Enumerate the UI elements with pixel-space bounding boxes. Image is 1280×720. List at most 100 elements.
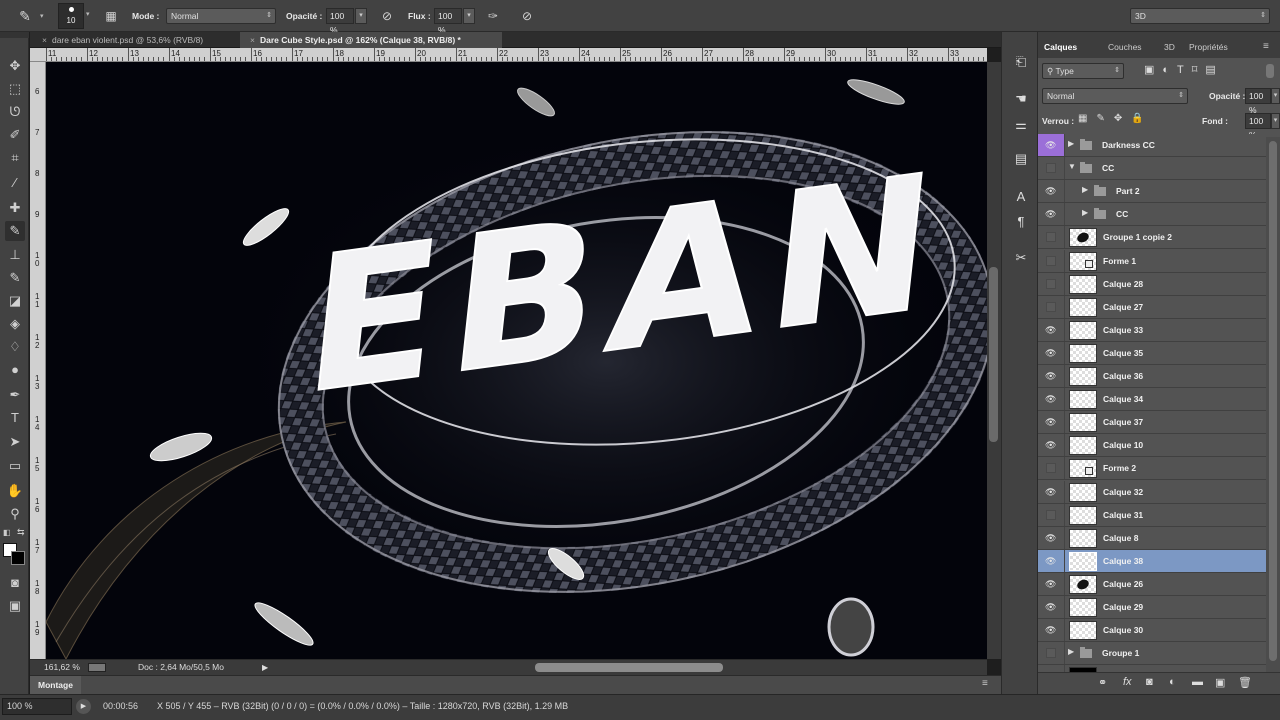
pressure-opacity-icon[interactable]: ⊘ xyxy=(378,8,396,24)
tab-properties[interactable]: Propriétés xyxy=(1189,42,1228,52)
dodge-tool-icon[interactable]: ● xyxy=(5,360,25,380)
layer-group-row[interactable]: 👁 ▶ CC xyxy=(1038,203,1266,227)
eye-icon[interactable]: 👁 xyxy=(1045,325,1057,335)
layer-row[interactable]: Forme 1 xyxy=(1038,249,1266,273)
zoom-level[interactable]: 161,62 % xyxy=(44,660,80,675)
layer-row[interactable]: 👁 Calque 10 xyxy=(1038,434,1266,458)
eye-icon[interactable]: 👁 xyxy=(1045,487,1057,497)
adjustment-layer-icon[interactable]: ◐ xyxy=(1169,676,1176,688)
rectangle-tool-icon[interactable]: ▭ xyxy=(5,456,25,476)
path-selection-tool-icon[interactable]: ➤ xyxy=(5,432,25,452)
screen-mode-icon[interactable]: ▣ xyxy=(5,596,25,616)
layer-row[interactable]: 👁 Calque 30 xyxy=(1038,619,1266,643)
eye-icon[interactable]: 👁 xyxy=(1045,348,1057,358)
flow-input[interactable]: 100 % xyxy=(434,8,462,35)
chevron-down-icon[interactable]: ▼ xyxy=(1068,162,1076,171)
layer-group-row[interactable]: 👁 ▶ Darkness CC xyxy=(1038,134,1266,157)
layer-row[interactable]: 👁 Calque 32 xyxy=(1038,480,1266,504)
delete-layer-icon[interactable]: 🗑 xyxy=(1238,676,1252,689)
layer-thumbnail[interactable] xyxy=(1069,228,1097,248)
eye-icon[interactable]: 👁 xyxy=(1045,186,1057,196)
scroll-thumb[interactable] xyxy=(989,267,998,442)
filter-toggle[interactable] xyxy=(1266,64,1274,78)
layer-thumbnail[interactable] xyxy=(1069,459,1097,479)
layer-row[interactable]: 👁Calque 2 xyxy=(1038,665,1266,672)
layer-row[interactable]: Forme 2 xyxy=(1038,457,1266,481)
eye-icon[interactable]: 👁 xyxy=(1045,209,1057,219)
default-colors-icon[interactable]: ◧ xyxy=(3,528,11,537)
layer-thumbnail[interactable] xyxy=(1069,528,1097,548)
eye-icon[interactable]: 👁 xyxy=(1045,625,1057,635)
layer-row[interactable]: 👁 Calque 8 xyxy=(1038,526,1266,550)
layer-thumbnail[interactable] xyxy=(1069,505,1097,525)
layer-row[interactable]: Calque 27 xyxy=(1038,295,1266,319)
eyedropper-tool-icon[interactable]: ⁄ xyxy=(5,173,25,193)
eraser-tool-icon[interactable]: ◪ xyxy=(5,291,25,311)
canvas-vertical-scrollbar[interactable] xyxy=(987,62,1001,659)
layer-row[interactable]: Calque 31 xyxy=(1038,503,1266,527)
crop-tool-icon[interactable]: ⌗ xyxy=(5,148,25,168)
bottom-zoom-field[interactable]: 100 % xyxy=(2,698,72,715)
layers-scrollbar[interactable] xyxy=(1266,137,1280,672)
brush-panel-icon[interactable]: ▦ xyxy=(102,8,120,24)
layer-thumbnail[interactable] xyxy=(1069,436,1097,456)
visibility-toggle[interactable] xyxy=(1046,463,1056,474)
layer-thumbnail[interactable] xyxy=(1069,598,1097,617)
new-group-icon[interactable]: ▬ xyxy=(1192,676,1203,688)
history-brush-tool-icon[interactable]: ✎ xyxy=(5,268,25,288)
visibility-toggle[interactable] xyxy=(1046,278,1056,289)
brush-tool-icon[interactable]: ✎ xyxy=(16,8,34,24)
marquee-tool-icon[interactable]: ⬚ xyxy=(5,79,25,99)
layer-opacity-dropdown[interactable]: ▾ xyxy=(1271,88,1280,104)
character-icon[interactable]: A xyxy=(1011,187,1031,207)
document-canvas[interactable]: EBAN xyxy=(46,62,987,659)
tab-dare-eban-violent[interactable]: × dare eban violent.psd @ 53,6% (RVB/8) xyxy=(32,32,246,48)
opacity-input[interactable]: 100 % xyxy=(326,8,354,35)
eye-icon[interactable]: 👁 xyxy=(1045,440,1057,450)
clone-stamp-tool-icon[interactable]: ⊥ xyxy=(5,245,25,265)
layer-row[interactable]: 👁 Calque 26 xyxy=(1038,572,1266,596)
layer-opacity-input[interactable]: 100 % xyxy=(1245,88,1271,115)
visibility-toggle[interactable] xyxy=(1046,163,1056,174)
layer-thumbnail[interactable] xyxy=(1069,320,1097,340)
chevron-right-icon[interactable]: ▶ xyxy=(1082,185,1088,194)
eye-icon[interactable]: 👁 xyxy=(1045,602,1057,612)
layer-row[interactable]: 👁 Calque 38 xyxy=(1038,549,1266,573)
brush-dropdown-arrow[interactable]: ▾ xyxy=(40,12,44,20)
pen-tool-icon[interactable]: ✒ xyxy=(5,385,25,405)
layer-thumbnail[interactable] xyxy=(1069,274,1097,294)
type-tool-icon[interactable]: T xyxy=(5,408,25,428)
layer-thumbnail[interactable] xyxy=(1069,482,1097,502)
panel-menu-icon[interactable]: ≡ xyxy=(1263,41,1269,52)
layer-thumbnail[interactable] xyxy=(1069,297,1097,317)
brush-picker-arrow[interactable]: ▾ xyxy=(86,10,90,18)
layer-thumbnail[interactable] xyxy=(1069,367,1097,386)
mode-select[interactable]: Normal ⇕ xyxy=(166,8,276,24)
chevron-right-icon[interactable]: ▶ xyxy=(1082,208,1088,217)
lasso-tool-icon[interactable]: ᘎ xyxy=(5,102,25,122)
layer-thumbnail[interactable] xyxy=(1069,413,1097,433)
quick-selection-tool-icon[interactable]: ✐ xyxy=(5,125,25,145)
workspace-select[interactable]: 3D ⇕ xyxy=(1130,8,1270,24)
fill-input[interactable]: 100 % xyxy=(1245,113,1271,140)
blend-mode-select[interactable]: Normal ⇕ xyxy=(1042,88,1188,104)
visibility-toggle[interactable] xyxy=(1046,509,1056,520)
status-menu-arrow[interactable]: ▶ xyxy=(262,660,268,675)
layer-filter-select[interactable]: ⚲ Type ⇕ xyxy=(1042,63,1124,79)
layer-thumbnail[interactable] xyxy=(1069,621,1097,641)
chevron-right-icon[interactable]: ▶ xyxy=(1068,139,1074,148)
chevron-right-icon[interactable]: ▶ xyxy=(1068,647,1074,656)
new-layer-icon[interactable]: ▣ xyxy=(1215,676,1225,689)
healing-brush-tool-icon[interactable]: ✚ xyxy=(5,198,25,218)
scroll-thumb[interactable] xyxy=(1269,141,1277,661)
eye-icon[interactable]: 👁 xyxy=(1045,394,1057,404)
add-mask-icon[interactable]: ◙ xyxy=(1146,676,1153,688)
layer-group-row[interactable]: 👁 ▶ Part 2 xyxy=(1038,180,1266,204)
layer-row[interactable]: Groupe 1 copie 2 xyxy=(1038,226,1266,250)
layer-group-row[interactable]: ▶ Groupe 1 xyxy=(1038,642,1266,666)
panel-menu-icon[interactable]: ≡ xyxy=(982,678,988,689)
montage-tab[interactable]: Montage xyxy=(30,676,81,694)
blur-tool-icon[interactable]: ♢ xyxy=(5,337,25,357)
move-tool-icon[interactable]: ✥ xyxy=(5,56,25,76)
filter-icons[interactable]: ▣◐T⌑▤ xyxy=(1144,63,1264,76)
